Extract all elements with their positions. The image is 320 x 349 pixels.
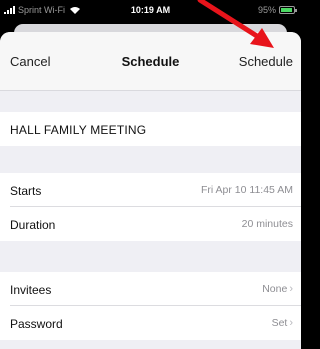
battery-percent: 95%: [257, 5, 276, 15]
duration-label: Duration: [10, 218, 56, 232]
nav-bar: Cancel Schedule Schedule: [0, 32, 301, 91]
starts-row[interactable]: Starts Fri Apr 10 11:45 AM: [0, 173, 301, 207]
password-label: Password: [10, 317, 63, 331]
chevron-right-icon: ›: [289, 283, 293, 295]
meeting-title-field[interactable]: HALL FAMILY MEETING: [0, 112, 301, 146]
invitees-row[interactable]: Invitees None ›: [0, 272, 301, 306]
schedule-button[interactable]: Schedule: [239, 54, 293, 69]
password-value-group: Set ›: [272, 317, 293, 329]
schedule-sheet: Cancel Schedule Schedule HALL FAMILY MEE…: [0, 32, 301, 349]
battery-group: 95%: [257, 5, 297, 15]
starts-label: Starts: [10, 184, 42, 198]
starts-value: Fri Apr 10 11:45 AM: [200, 184, 293, 196]
duration-value: 20 minutes: [241, 218, 293, 230]
meeting-title: HALL FAMILY MEETING: [10, 123, 147, 137]
battery-fill: [281, 8, 293, 12]
duration-row[interactable]: Duration 20 minutes: [0, 207, 301, 241]
battery-icon: [279, 6, 297, 14]
invitees-value-group: None ›: [262, 283, 293, 295]
chevron-right-icon: ›: [289, 317, 293, 329]
invitees-label: Invitees: [10, 283, 52, 297]
password-row[interactable]: Password Set ›: [0, 306, 301, 340]
status-bar: Sprint Wi-Fi 10:19 AM 95%: [0, 0, 301, 20]
invitees-value: None: [262, 283, 288, 295]
status-time: 10:19 AM: [130, 5, 171, 15]
password-value: Set: [271, 317, 288, 329]
